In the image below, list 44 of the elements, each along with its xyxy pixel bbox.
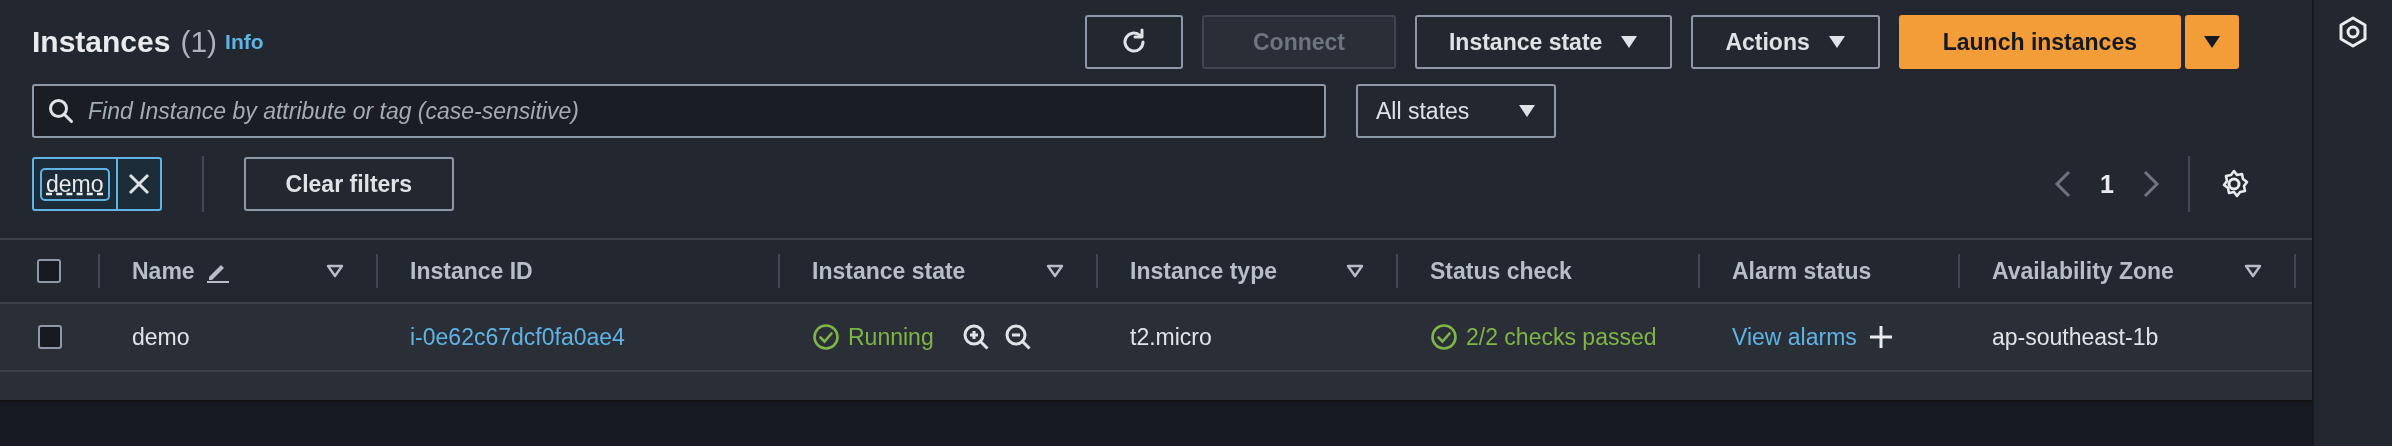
table-cell: ap-southeast-1b [1992,323,2159,350]
sort-icon[interactable] [1046,264,1064,278]
view-alarms-link[interactable]: View alarms [1732,323,1857,351]
table-cell: demo [132,323,190,350]
caret-icon [1620,35,1639,49]
column-header: Status check [1430,257,1572,285]
instance-id-link[interactable]: i-0e62c67dcf0fa0ae4 [410,323,625,350]
select-all-checkbox[interactable] [37,259,61,283]
state-select[interactable]: All states [1356,84,1556,138]
column-header: Availability Zone [1992,257,2174,285]
table-cell: t2.micro [1130,323,1212,350]
zoom-out-icon[interactable] [1003,323,1032,351]
launch-menu-button[interactable] [2185,15,2239,69]
caret-icon [1827,35,1846,49]
caret-icon [1518,104,1536,118]
launch-button[interactable]: Launch instances [1898,15,2181,69]
column-header: Instance ID [410,257,533,285]
sort-icon[interactable] [1346,264,1364,278]
refresh-button[interactable] [1084,15,1183,69]
caret-icon [2203,35,2221,49]
sort-icon[interactable] [2244,264,2262,278]
clear-filters-button[interactable]: Clear filters [243,157,455,211]
dropdown-button[interactable]: Actions [1691,15,1880,69]
sort-icon[interactable] [326,264,344,278]
column-header: Name [132,257,195,285]
search-field[interactable]: Find Instance by attribute or tag (case-sensitive) [32,84,1326,138]
page-title: Instances [32,25,171,59]
instance-state: Running [848,323,934,351]
token-label[interactable]: demo [40,167,110,201]
page-number[interactable]: 1 [2100,169,2114,199]
column-header: Alarm status [1732,257,1872,285]
zoom-in-icon[interactable] [961,323,990,351]
column-header: Instance type [1130,257,1277,285]
instance-count: (1) [180,25,218,59]
check-circle-icon [1430,323,1458,351]
row-checkbox[interactable] [38,325,62,349]
plus-icon[interactable] [1868,325,1893,349]
status-check: 2/2 checks passed [1466,323,1657,351]
hexagon-icon[interactable] [2338,16,2368,48]
info-link[interactable]: Info [225,30,264,54]
check-circle-icon [812,323,840,351]
dropdown-button[interactable]: Instance state [1414,15,1673,69]
column-header: Instance state [812,257,966,285]
close-icon[interactable] [127,173,150,195]
